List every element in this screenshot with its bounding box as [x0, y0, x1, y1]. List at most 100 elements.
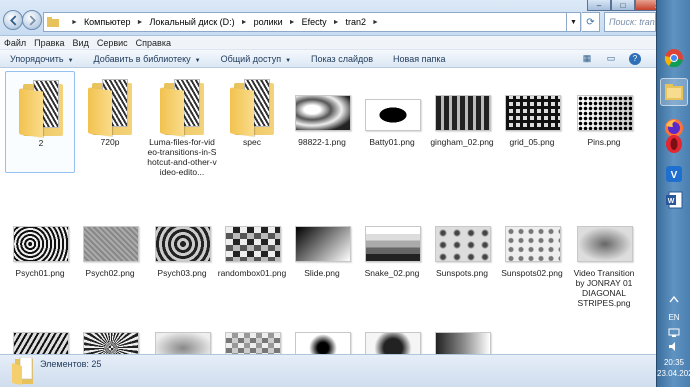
breadcrumb-item[interactable]: ролики: [254, 17, 283, 27]
image-thumbnail: [365, 99, 421, 131]
file-item[interactable]: Video Transition: [357, 304, 427, 354]
file-item[interactable]: Snake_02.png: [357, 202, 427, 304]
help-button[interactable]: ?: [628, 52, 642, 65]
breadcrumb-item[interactable]: Efecty: [302, 17, 327, 27]
breadcrumb-chevron-icon: ►: [372, 18, 379, 26]
forward-button[interactable]: [22, 10, 42, 30]
refresh-icon: ⟳: [586, 16, 595, 28]
refresh-button[interactable]: ⟳: [582, 12, 600, 32]
thumbnail: [432, 306, 494, 354]
menu-help[interactable]: Справка: [136, 38, 171, 48]
file-name: Sunspots02.png: [501, 268, 563, 278]
file-item[interactable]: Video Transition: [217, 304, 287, 354]
file-item[interactable]: Video Transition: [5, 304, 75, 354]
opera-taskbar-button[interactable]: [660, 130, 688, 158]
file-name: 720p: [100, 137, 120, 147]
thumbnail: [222, 73, 284, 137]
maximize-button[interactable]: □: [611, 0, 635, 11]
file-name: Psych02.png: [85, 268, 135, 278]
language-indicator[interactable]: EN: [657, 313, 690, 322]
menu-tools[interactable]: Сервис: [97, 38, 128, 48]
preview-pane-button[interactable]: ▭: [604, 52, 618, 65]
chrome-taskbar-button[interactable]: [660, 44, 688, 72]
thumbnail: [362, 306, 424, 354]
search-input[interactable]: Поиск: tran2: [604, 12, 656, 32]
change-view-button[interactable]: ▦: [580, 52, 594, 65]
opera-icon: [666, 135, 682, 153]
image-thumbnail: [505, 95, 561, 131]
thumbnail: [11, 74, 73, 138]
folder-small-icon: [47, 17, 59, 27]
breadcrumb-item[interactable]: Локальный диск (D:): [149, 17, 234, 27]
file-item[interactable]: Psych02.png: [75, 202, 145, 304]
back-button[interactable]: [3, 10, 23, 30]
share-button[interactable]: Общий доступ ▼: [221, 54, 291, 64]
breadcrumb-item[interactable]: Компьютер: [84, 17, 131, 27]
thumbnail: [292, 204, 354, 266]
share-label: Общий доступ: [220, 53, 282, 64]
breadcrumb-item-current[interactable]: tran2: [346, 17, 367, 27]
chevron-down-icon: ▼: [285, 57, 292, 64]
file-item[interactable]: Video Transition: [75, 304, 145, 354]
new-folder-button[interactable]: Новая папка: [393, 54, 445, 64]
menu-edit[interactable]: Правка: [34, 38, 64, 48]
file-item[interactable]: 98822-1.png: [287, 71, 357, 173]
network-icon[interactable]: [668, 328, 680, 337]
folder-item[interactable]: spec: [217, 71, 287, 173]
file-name: Batty01.png: [369, 137, 415, 147]
image-thumbnail: [505, 226, 561, 262]
minimize-button[interactable]: –: [587, 0, 611, 11]
close-button[interactable]: x: [635, 0, 656, 11]
file-item[interactable]: Pins.png: [569, 71, 639, 173]
file-item[interactable]: Batty01.png: [357, 71, 427, 173]
file-item[interactable]: gingham_02.png: [427, 71, 497, 173]
folder-item[interactable]: 720p: [75, 71, 145, 173]
svg-text:V: V: [671, 170, 678, 181]
address-bar[interactable]: ► Компьютер ► Локальный диск (D:) ► роли…: [43, 12, 567, 32]
thumbnail: [432, 204, 494, 266]
file-item[interactable]: Sunspots02.png: [497, 202, 567, 304]
image-thumbnail: [13, 332, 69, 354]
thumbnail: [10, 306, 72, 354]
folder-item[interactable]: Luma-files-for-video-transitions-in-Shot…: [147, 71, 217, 177]
explorer-taskbar-button[interactable]: [660, 78, 688, 106]
file-item[interactable]: randombox01.png: [217, 202, 287, 304]
thumbnail: [222, 306, 284, 354]
image-thumbnail: [577, 226, 633, 262]
menu-file[interactable]: Файл: [4, 38, 26, 48]
organize-button[interactable]: Упорядочить ▼: [10, 54, 74, 64]
word-taskbar-button[interactable]: W: [660, 186, 688, 214]
address-dropdown-button[interactable]: ▼: [567, 12, 581, 32]
volume-icon[interactable]: [668, 342, 680, 351]
file-item[interactable]: Video Transition by JONRAY 01 DIAGONAL S…: [569, 202, 639, 308]
folder-item[interactable]: 2: [5, 71, 75, 173]
image-thumbnail: [83, 332, 139, 354]
slideshow-button[interactable]: Показ слайдов: [311, 54, 373, 64]
breadcrumb-chevron-icon: ►: [71, 18, 78, 26]
file-item[interactable]: Video Transition: [427, 304, 497, 354]
add-to-library-button[interactable]: Добавить в библиотеку ▼: [94, 54, 201, 64]
thumbnail: [432, 73, 494, 135]
file-name: 98822-1.png: [298, 137, 346, 147]
vpn-taskbar-button[interactable]: V: [660, 160, 688, 188]
clock[interactable]: 20:35 23.04.2025: [657, 357, 690, 379]
thumbnail: [152, 306, 214, 354]
file-item[interactable]: Video Transition: [287, 304, 357, 354]
window-controls: – □ x: [587, 0, 656, 11]
file-name: Pins.png: [587, 137, 621, 147]
file-item[interactable]: Slide.png: [287, 202, 357, 304]
image-thumbnail: [295, 332, 351, 354]
arrow-left-icon: [9, 14, 16, 26]
file-item[interactable]: Psych03.png: [147, 202, 217, 304]
menu-view[interactable]: Вид: [73, 38, 89, 48]
image-thumbnail: [155, 332, 211, 354]
chrome-icon: [664, 49, 683, 68]
file-item[interactable]: Sunspots.png: [427, 202, 497, 304]
file-item[interactable]: Video Transition: [147, 304, 217, 354]
thumbnail: [222, 204, 284, 266]
file-item[interactable]: Psych01.png: [5, 202, 75, 304]
file-item[interactable]: grid_05.png: [497, 71, 567, 173]
tray-arrow-icon[interactable]: [668, 295, 680, 304]
thumbnail: [502, 73, 564, 135]
file-name: randombox01.png: [217, 268, 287, 278]
